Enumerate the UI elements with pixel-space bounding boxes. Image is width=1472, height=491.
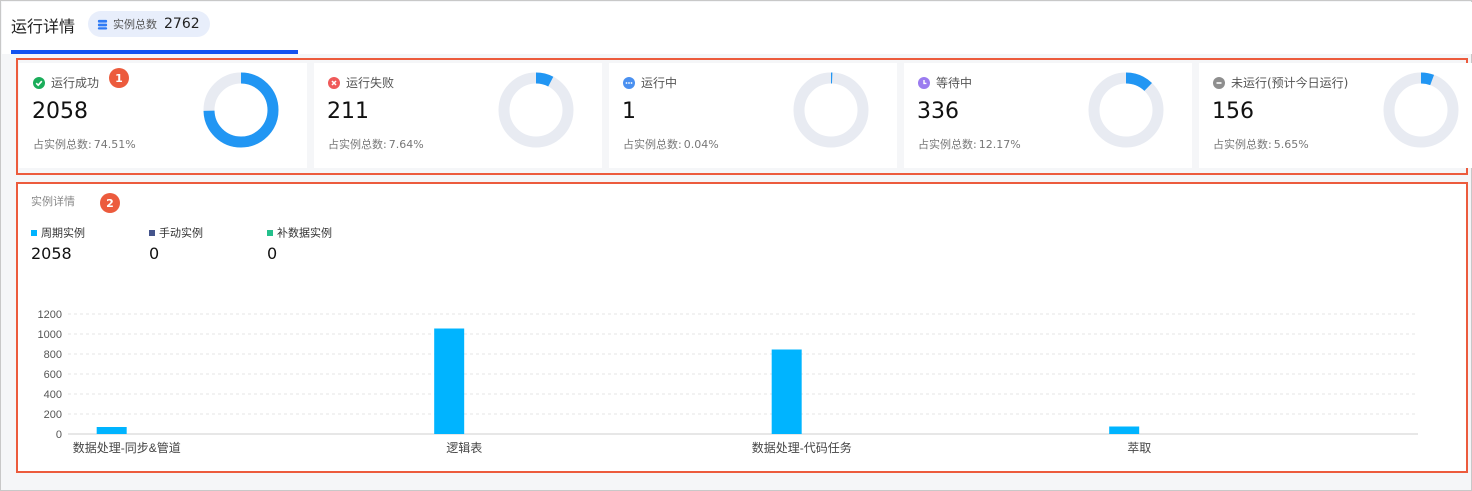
stack-icon: [97, 19, 108, 30]
percentage-label: 占实例总数:: [1213, 138, 1272, 151]
x-tick-label: 数据处理-同步&管道: [73, 440, 181, 455]
app-frame: 运行详情 实例总数 2762 运行成功 2058 占实例总数: 74.51% 运行失败 2…: [0, 0, 1472, 491]
status-label: 未运行(预计今日运行): [1231, 76, 1349, 90]
status-percentage: 占实例总数: 0.04%: [623, 136, 719, 152]
y-tick-label: 0: [56, 429, 62, 441]
y-tick-label: 400: [44, 389, 62, 401]
check-circle-icon: [33, 76, 45, 89]
percentage-label: 占实例总数:: [918, 138, 977, 151]
percentage-label: 占实例总数:: [328, 138, 387, 151]
percentage-value: 5.65%: [1273, 138, 1309, 151]
y-tick-label: 800: [44, 349, 62, 361]
status-count: 336: [917, 99, 959, 124]
instance-detail-section: 实例详情 周期实例 2058 手动实例 0 补数据实例 0 0 200 400 600 800 10…: [16, 182, 1468, 473]
status-donut-chart: [1088, 72, 1164, 148]
status-donut-chart: [498, 72, 574, 148]
status-label: 运行失败: [346, 76, 395, 90]
annotation-marker-2: 2: [100, 193, 120, 213]
donut-track: [1088, 72, 1164, 148]
y-tick-label: 200: [44, 409, 62, 421]
percentage-value: 12.17%: [978, 138, 1021, 151]
y-tick-label: 600: [44, 369, 62, 381]
y-tick-label: 1000: [38, 329, 62, 341]
percentage-value: 0.04%: [683, 138, 719, 151]
status-header: 运行失败: [328, 74, 394, 91]
y-tick-label: 1200: [38, 309, 62, 321]
status-count: 211: [327, 99, 369, 124]
error-circle-icon: [328, 76, 340, 89]
status-header: 运行中: [623, 74, 677, 91]
x-tick-label: 萃取: [1127, 441, 1151, 455]
status-count: 156: [1212, 99, 1254, 124]
percentage-value: 7.64%: [388, 138, 424, 151]
status-card-waiting[interactable]: 等待中 336 占实例总数: 12.17%: [904, 63, 1192, 168]
percentage-label: 占实例总数:: [623, 138, 682, 151]
percentage-label: 占实例总数:: [33, 138, 92, 151]
status-summary-section: 运行成功 2058 占实例总数: 74.51% 运行失败 211 占实例总数: 7.64% 运行…: [16, 58, 1472, 175]
status-count: 2058: [32, 99, 88, 124]
tab-run-details[interactable]: 运行详情: [11, 13, 75, 37]
status-percentage: 占实例总数: 12.17%: [918, 136, 1021, 152]
status-percentage: 占实例总数: 5.65%: [1213, 136, 1309, 152]
total-instances-label: 实例总数: [113, 18, 157, 31]
total-instances-value: 2762: [164, 16, 200, 32]
status-donut-chart: [203, 72, 279, 148]
status-donut-chart: [793, 72, 869, 148]
status-card-success[interactable]: 运行成功 2058 占实例总数: 74.51%: [19, 63, 307, 168]
status-count: 1: [622, 99, 636, 124]
x-tick-label: 逻辑表: [446, 441, 482, 455]
status-label: 等待中: [936, 76, 973, 90]
donut-track: [793, 72, 869, 148]
status-card-failed[interactable]: 运行失败 211 占实例总数: 7.64%: [314, 63, 602, 168]
status-header: 等待中: [918, 74, 972, 91]
status-percentage: 占实例总数: 7.64%: [328, 136, 424, 152]
status-card-running[interactable]: 运行中 1 占实例总数: 0.04%: [609, 63, 897, 168]
donut-track: [1383, 72, 1459, 148]
clock-icon: [918, 76, 930, 89]
active-tab-indicator: [11, 50, 298, 54]
status-card-not-run[interactable]: 未运行(预计今日运行) 156 占实例总数: 5.65%: [1199, 63, 1472, 168]
status-percentage: 占实例总数: 74.51%: [33, 136, 136, 152]
x-tick-label: 数据处理-代码任务: [752, 440, 852, 455]
total-instances-badge: 实例总数 2762: [88, 11, 210, 37]
donut-track: [498, 72, 574, 148]
bar-periodic[interactable]: [771, 349, 802, 435]
bar-periodic[interactable]: [96, 427, 127, 434]
bar-periodic[interactable]: [434, 328, 465, 435]
percentage-value: 74.51%: [93, 138, 136, 151]
status-donut-chart: [1383, 72, 1459, 148]
status-header: 未运行(预计今日运行): [1213, 74, 1348, 91]
instance-bar-chart: 0 200 400 600 800 1000 1200 数据处理-同步&管道 逻辑表 数据处理-代…: [38, 309, 1418, 455]
status-label: 运行中: [641, 76, 678, 90]
minus-circle-icon: [1213, 76, 1225, 89]
running-dots-icon: [623, 76, 635, 89]
status-label: 运行成功: [51, 76, 100, 90]
bar-periodic[interactable]: [1109, 426, 1140, 435]
annotation-marker-1: 1: [109, 68, 129, 88]
page-header: 运行详情 实例总数 2762: [2, 2, 1472, 54]
status-header: 运行成功: [33, 74, 99, 91]
